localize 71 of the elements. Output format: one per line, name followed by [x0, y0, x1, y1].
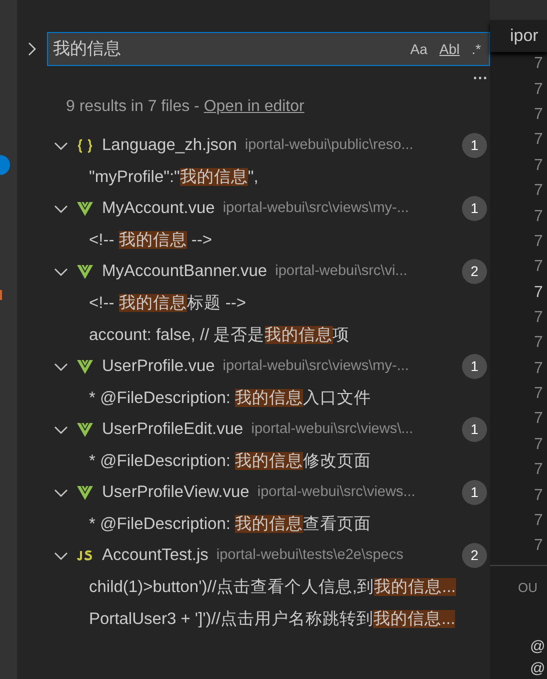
open-in-editor-link[interactable]: Open in editor	[204, 95, 304, 119]
vue-icon	[77, 486, 93, 500]
line-number: 7	[534, 510, 543, 531]
file-path: iportal-webui\public\reso...	[244, 136, 414, 155]
line-number: 7	[534, 232, 543, 252]
match-line[interactable]: <!-- 我的信息标题 -->	[89, 290, 246, 316]
line-number: 7	[534, 333, 543, 354]
file-path: iportal-webui\src\views...	[257, 482, 416, 502]
file-name[interactable]: UserProfileEdit.vue	[102, 417, 244, 442]
file-name[interactable]: UserProfileView.vue	[102, 480, 250, 505]
match-count: 1	[462, 133, 487, 158]
line-number: 7	[534, 308, 543, 328]
file-path: iportal-webui\src\vi...	[275, 262, 408, 281]
panel-line: @	[529, 636, 546, 657]
search-field[interactable]: 我的信息 Aa Abl .*	[47, 32, 490, 66]
file-path: iportal-webui\src\views\my-...	[222, 198, 410, 218]
line-number: 7	[534, 536, 543, 556]
match-count: 1	[462, 417, 487, 442]
editor-tab[interactable]: ipor	[490, 20, 547, 52]
vue-icon	[77, 360, 93, 374]
line-number: 7	[534, 181, 543, 202]
line-number: 7	[534, 54, 543, 74]
vue-icon	[77, 264, 93, 278]
file-path: iportal-webui\src\views\...	[251, 420, 414, 439]
match-line[interactable]: child(1)>button')//点击查看个人信息,到我的信息...	[89, 574, 456, 600]
js-file-icon	[77, 550, 93, 562]
line-number: 7	[534, 358, 543, 379]
match-line[interactable]: * @FileDescription: 我的信息查看页面	[89, 512, 372, 536]
line-number: 7	[534, 156, 543, 176]
line-number: 7	[534, 105, 543, 126]
file-name[interactable]: MyAccountBanner.vue	[102, 259, 268, 284]
line-number: 7	[534, 409, 543, 430]
search-option-toggle[interactable]: Abl	[437, 38, 462, 60]
line-number: 7	[534, 257, 543, 278]
file-name[interactable]: MyAccount.vue	[102, 196, 215, 221]
line-number: 7	[534, 460, 543, 480]
marker-icon	[0, 290, 2, 300]
file-path: iportal-webui\tests\e2e\specs	[216, 546, 404, 565]
line-number: 7	[534, 434, 543, 455]
panel-title[interactable]: OU	[518, 578, 547, 598]
file-path: iportal-webui\src\views\my-...	[222, 356, 410, 376]
file-name[interactable]: Language_zh.json	[102, 133, 237, 158]
file-name[interactable]: UserProfile.vue	[102, 354, 215, 379]
match-count: 1	[462, 354, 487, 379]
search-input[interactable]: 我的信息	[53, 36, 400, 62]
match-line[interactable]: PortalUser3 + ']')//点击用户名称跳转到我的信息...	[89, 606, 456, 632]
more-actions[interactable]: ···	[473, 68, 488, 90]
search-option-toggle[interactable]: .*	[470, 38, 483, 60]
match-count: 1	[462, 480, 487, 505]
line-number: 7	[534, 206, 543, 227]
braces-icon	[76, 138, 94, 152]
match-count: 1	[462, 196, 487, 221]
line-number: 7	[534, 130, 543, 150]
panel-line: @	[529, 658, 546, 679]
match-count: 2	[462, 543, 487, 568]
search-option-toggle[interactable]: Aa	[408, 38, 430, 60]
match-count: 2	[462, 259, 487, 284]
vue-icon	[77, 202, 93, 216]
results-summary: 9 results in 7 files -	[66, 97, 200, 117]
vue-icon	[77, 422, 93, 436]
chevron-icon[interactable]	[26, 41, 38, 57]
match-line[interactable]: "myProfile":"我的信息",	[89, 164, 258, 190]
line-number: 7	[534, 486, 543, 506]
line-number: 7	[534, 384, 543, 404]
match-line[interactable]: * @FileDescription: 我的信息修改页面	[89, 448, 372, 474]
line-number: 7	[534, 282, 543, 303]
file-name[interactable]: AccountTest.js	[102, 543, 208, 568]
match-line[interactable]: * @FileDescription: 我的信息入口文件	[89, 386, 372, 410]
match-line[interactable]: account: false, // 是否是我的信息项	[89, 322, 350, 348]
line-number: 7	[534, 80, 543, 100]
match-line[interactable]: <!-- 我的信息 -->	[89, 228, 212, 252]
